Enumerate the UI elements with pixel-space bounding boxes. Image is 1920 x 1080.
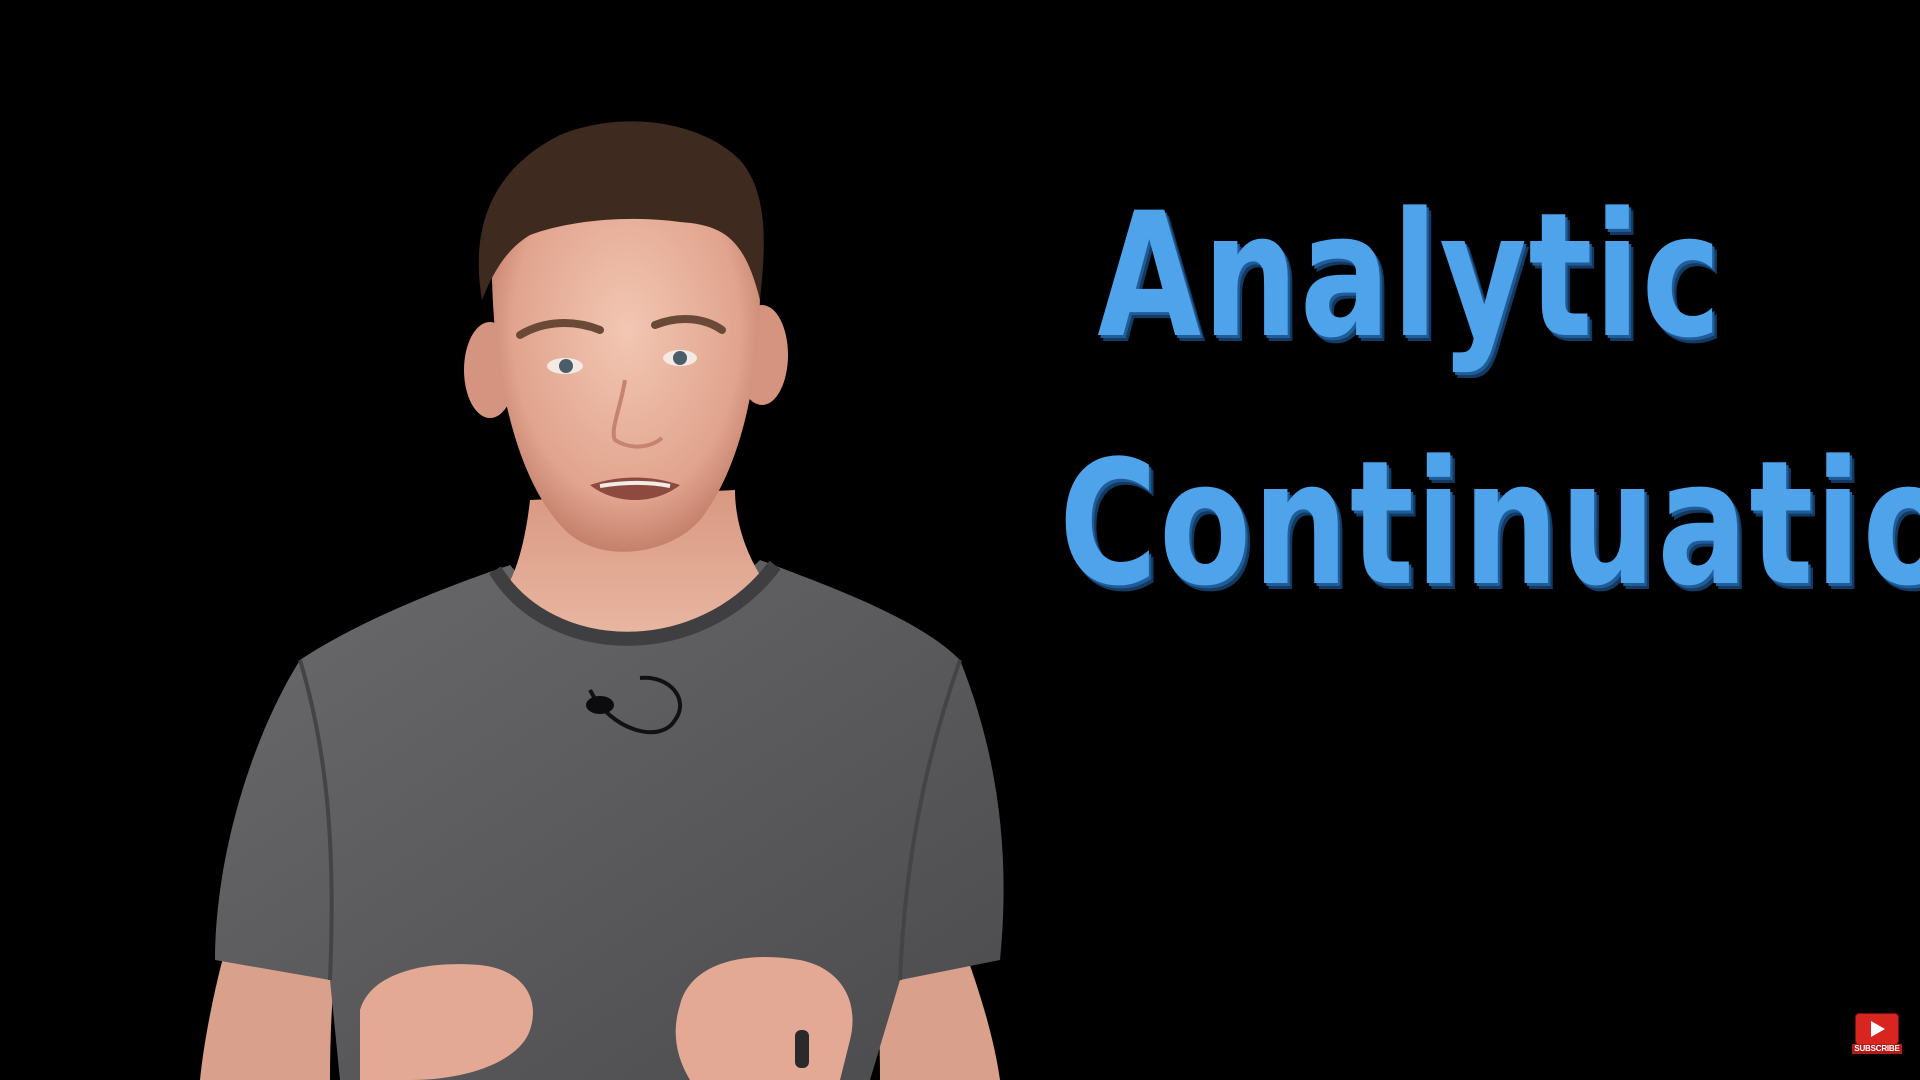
title-line-1: Analytic [1097, 175, 1723, 376]
video-frame: Analytic Continuation SUBSCRIBE [0, 0, 1920, 1080]
play-icon [1871, 1021, 1885, 1037]
subscribe-label: SUBSCRIBE [1852, 1044, 1902, 1054]
right-hand [675, 957, 853, 1080]
subscribe-button[interactable]: SUBSCRIBE [1852, 1014, 1902, 1054]
youtube-logo-icon [1856, 1014, 1898, 1044]
title-line-2: Continuation [1059, 423, 1920, 624]
video-title-overlay: Analytic Continuation [960, 175, 1920, 624]
